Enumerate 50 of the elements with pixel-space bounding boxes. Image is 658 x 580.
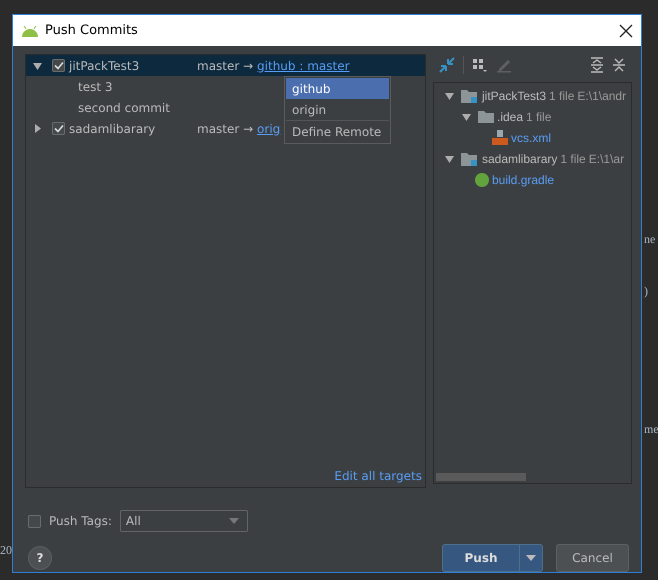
editor-text: 20: [0, 543, 12, 558]
tags-dropdown[interactable]: All: [120, 510, 248, 532]
commit-message[interactable]: test 3: [78, 80, 112, 94]
target-link[interactable]: orig: [257, 122, 280, 136]
android-icon: [21, 24, 39, 36]
group-icon[interactable]: [472, 57, 488, 73]
scrollbar[interactable]: [436, 473, 526, 481]
checkbox[interactable]: [28, 514, 41, 528]
help-button[interactable]: ?: [28, 546, 52, 570]
file-tree-item[interactable]: build.gradle: [492, 172, 554, 186]
editor-text: ): [644, 284, 648, 299]
close-icon[interactable]: [619, 24, 633, 38]
file-tree-item[interactable]: .idea: [497, 110, 524, 124]
checkbox[interactable]: [52, 59, 65, 72]
editor-text: me: [644, 422, 658, 437]
dropdown-icon: [228, 518, 239, 524]
target-link[interactable]: github : master: [257, 58, 350, 72]
menu-item[interactable]: github: [286, 78, 389, 99]
menu-item[interactable]: origin: [286, 99, 389, 120]
file-tree-item[interactable]: jitPackTest3: [482, 88, 546, 102]
editor-text: ne: [644, 232, 656, 247]
repo-path: E:\1\ar: [588, 152, 624, 166]
file-tree-item[interactable]: sadamlibarary: [482, 152, 558, 166]
file-count: 1 file: [549, 88, 574, 102]
file-count: 1 file: [560, 152, 586, 166]
edit-targets-link[interactable]: Edit all targets: [334, 469, 422, 483]
push-tags-label: Push Tags:: [49, 514, 112, 528]
arrows-icon[interactable]: [439, 57, 455, 73]
cancel-button[interactable]: Cancel: [556, 544, 629, 572]
arrow-text: →: [243, 122, 254, 136]
source-branch: master: [197, 122, 240, 136]
folder-icon: [461, 88, 479, 102]
file-tree-item[interactable]: vcs.xml: [511, 130, 551, 144]
repository-name: jitPackTest3: [69, 58, 140, 72]
folder-icon: [478, 110, 494, 123]
gradle-file-icon: [475, 172, 489, 186]
repo-path: E:\1\andr: [577, 88, 626, 102]
arrow-text: →: [243, 58, 254, 72]
checkbox[interactable]: [52, 122, 65, 135]
menu-item[interactable]: Define Remote: [286, 120, 389, 142]
collapse-all-icon[interactable]: [612, 57, 626, 73]
source-branch: master: [197, 58, 240, 72]
repository-name: sadamlibarary: [69, 122, 156, 136]
folder-icon: [461, 152, 479, 166]
expand-all-icon[interactable]: [590, 57, 604, 73]
commit-message[interactable]: second commit: [78, 100, 170, 114]
dropdown-icon[interactable]: [526, 555, 536, 561]
xml-file-icon: [492, 130, 508, 145]
file-count: 1 file: [526, 110, 552, 124]
window-title: Push Commits: [45, 23, 139, 38]
